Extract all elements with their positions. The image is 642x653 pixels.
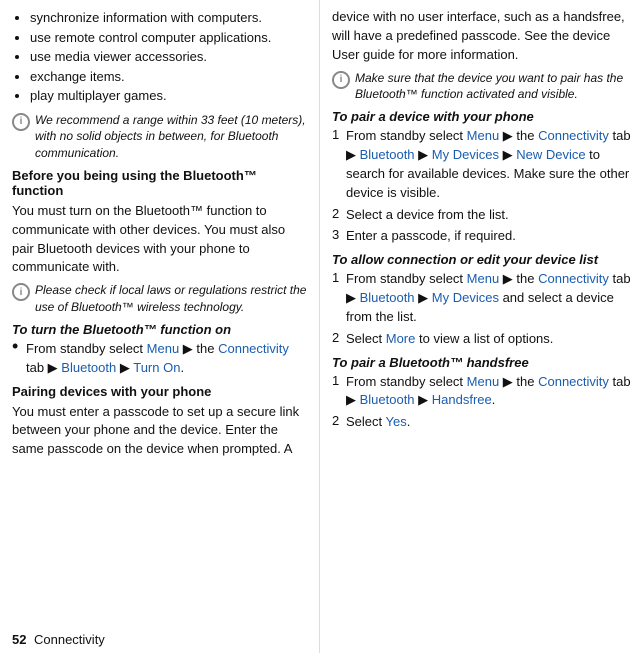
- list-item: exchange items.: [30, 67, 309, 87]
- note-laws: i Please check if local laws or regulati…: [12, 282, 309, 316]
- info-icon-2: i: [12, 283, 30, 301]
- hands-step-1: 1 From standby select Menu ▶ the Connect…: [332, 373, 632, 411]
- conn-kw2: Connectivity: [538, 271, 609, 286]
- pair-handsfree-heading: To pair a Bluetooth™ handsfree: [332, 355, 632, 370]
- allow-connection-heading: To allow connection or edit your device …: [332, 252, 632, 267]
- step-number: 2: [332, 413, 346, 432]
- connectivity-keyword: Connectivity: [218, 341, 289, 356]
- step-number: 1: [332, 127, 346, 202]
- pairing-heading: Pairing devices with your phone: [12, 384, 309, 399]
- pairing-body: You must enter a passcode to set up a se…: [12, 403, 309, 460]
- bluetooth-keyword: Bluetooth: [61, 360, 116, 375]
- pair-step-2-text: Select a device from the list.: [346, 206, 632, 225]
- info-icon-3: i: [332, 71, 350, 89]
- menu-kw2: Menu: [467, 271, 500, 286]
- hands-kw: Handsfree: [432, 392, 492, 407]
- note-pair-text: Make sure that the device you want to pa…: [355, 70, 632, 104]
- bt-kw2: Bluetooth: [360, 290, 415, 305]
- feature-list: synchronize information with computers. …: [30, 8, 309, 106]
- list-item: synchronize information with computers.: [30, 8, 309, 28]
- mydev-kw2: My Devices: [432, 290, 499, 305]
- pair-step-1: 1 From standby select Menu ▶ the Connect…: [332, 127, 632, 202]
- intro-continuation: device with no user interface, such as a…: [332, 8, 632, 65]
- bt-kw: Bluetooth: [360, 147, 415, 162]
- list-item: play multiplayer games.: [30, 86, 309, 106]
- bt-kw3: Bluetooth: [360, 392, 415, 407]
- pair-step-2: 2 Select a device from the list.: [332, 206, 632, 225]
- note-range: i We recommend a range within 33 feet (1…: [12, 112, 309, 162]
- hands-step-2: 2 Select Yes.: [332, 413, 632, 432]
- step-number: 1: [332, 373, 346, 411]
- menu-kw3: Menu: [467, 374, 500, 389]
- menu-keyword: Menu: [147, 341, 180, 356]
- note-laws-text: Please check if local laws or regulation…: [35, 282, 309, 316]
- turnon-keyword: Turn On: [133, 360, 180, 375]
- footer-label: Connectivity: [34, 632, 105, 647]
- note-range-text: We recommend a range within 33 feet (10 …: [35, 112, 309, 162]
- hands-step-2-text: Select Yes.: [346, 413, 632, 432]
- pair-step-3: 3 Enter a passcode, if required.: [332, 227, 632, 246]
- conn-kw3: Connectivity: [538, 374, 609, 389]
- turn-on-heading: To turn the Bluetooth™ function on: [12, 322, 309, 337]
- before-using-body: You must turn on the Bluetooth™ function…: [12, 202, 309, 277]
- pair-device-heading: To pair a device with your phone: [332, 109, 632, 124]
- hands-step-1-text: From standby select Menu ▶ the Connectiv…: [346, 373, 632, 411]
- conn-step-1: 1 From standby select Menu ▶ the Connect…: [332, 270, 632, 327]
- info-icon: i: [12, 113, 30, 131]
- left-column: synchronize information with computers. …: [0, 0, 320, 653]
- conn-step-1-text: From standby select Menu ▶ the Connectiv…: [346, 270, 632, 327]
- step-number: 2: [332, 330, 346, 349]
- step-number: 2: [332, 206, 346, 225]
- pair-step-1-text: From standby select Menu ▶ the Connectiv…: [346, 127, 632, 202]
- step-number: 1: [332, 270, 346, 327]
- menu-kw: Menu: [467, 128, 500, 143]
- conn-step-2-text: Select More to view a list of options.: [346, 330, 632, 349]
- yes-kw: Yes: [386, 414, 407, 429]
- list-item: use remote control computer applications…: [30, 28, 309, 48]
- before-using-heading: Before you being using the Bluetooth™ fu…: [12, 168, 309, 198]
- bullet-dot: •: [12, 337, 24, 355]
- right-column: device with no user interface, such as a…: [320, 0, 642, 653]
- newdev-kw: New Device: [516, 147, 585, 162]
- turn-on-text: From standby select Menu ▶ the Connectiv…: [26, 340, 309, 378]
- note-pair: i Make sure that the device you want to …: [332, 70, 632, 104]
- conn-kw: Connectivity: [538, 128, 609, 143]
- step-number: 3: [332, 227, 346, 246]
- list-item: use media viewer accessories.: [30, 47, 309, 67]
- mydev-kw: My Devices: [432, 147, 499, 162]
- conn-step-2: 2 Select More to view a list of options.: [332, 330, 632, 349]
- page-number: 52: [12, 632, 26, 647]
- turn-on-step: • From standby select Menu ▶ the Connect…: [12, 340, 309, 378]
- more-kw: More: [386, 331, 416, 346]
- pair-step-3-text: Enter a passcode, if required.: [346, 227, 632, 246]
